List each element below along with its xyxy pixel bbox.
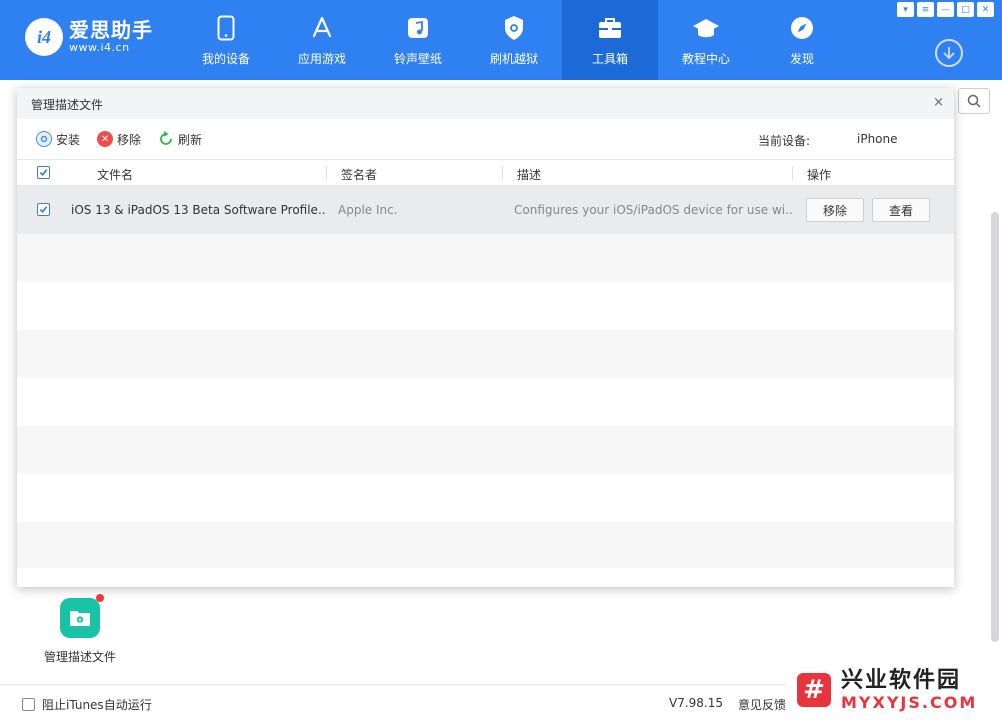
dialog-toolbar: 安装 ✕ 移除 刷新 当前设备: iPhone bbox=[17, 119, 954, 159]
nav-tutorials[interactable]: 教程中心 bbox=[658, 0, 754, 80]
nav-label: 铃声壁纸 bbox=[393, 52, 442, 66]
shirt-icon: ▾ bbox=[903, 4, 908, 15]
feedback-link[interactable]: 意见反馈 bbox=[738, 696, 786, 713]
watermark: # 兴业软件园 MYXYJS.COM bbox=[787, 658, 1002, 721]
download-arrow-icon bbox=[943, 47, 955, 60]
menu-icon: ≡ bbox=[921, 4, 930, 15]
main-scrollbar[interactable] bbox=[991, 212, 999, 642]
empty-row bbox=[17, 474, 954, 522]
row-view-button[interactable]: 查看 bbox=[872, 198, 930, 222]
shield-icon bbox=[499, 14, 529, 42]
column-signer[interactable]: 签名者 bbox=[341, 166, 377, 183]
notification-dot bbox=[96, 594, 104, 602]
column-divider bbox=[326, 166, 327, 180]
close-window-button[interactable]: ✕ bbox=[977, 2, 994, 17]
column-action: 操作 bbox=[807, 168, 832, 182]
refresh-icon bbox=[158, 131, 174, 147]
dialog-header: 管理描述文件 × bbox=[17, 88, 954, 119]
main-nav: 我的设备 应用游戏 铃声壁纸 刷机越狱 工具箱 教程中心 发现 bbox=[178, 0, 850, 80]
download-button[interactable] bbox=[935, 39, 963, 67]
empty-row bbox=[17, 282, 954, 330]
nav-flash-jailbreak[interactable]: 刷机越狱 bbox=[466, 0, 562, 80]
graduation-cap-icon bbox=[691, 14, 721, 42]
empty-row bbox=[17, 426, 954, 474]
app-logo: i4 爱思助手 www.i4.cn bbox=[25, 18, 153, 56]
nav-label: 发现 bbox=[789, 52, 814, 66]
search-button[interactable] bbox=[958, 88, 990, 114]
checkbox-box bbox=[22, 698, 35, 711]
app-store-icon bbox=[307, 14, 337, 42]
nav-label: 教程中心 bbox=[681, 52, 730, 66]
top-bar: i4 爱思助手 www.i4.cn 我的设备 应用游戏 铃声壁纸 刷机越狱 工具… bbox=[0, 0, 1002, 80]
select-all-checkbox[interactable] bbox=[37, 166, 50, 179]
compass-icon bbox=[787, 14, 817, 42]
maximize-button[interactable]: □ bbox=[957, 2, 974, 17]
dialog-title: 管理描述文件 bbox=[31, 98, 104, 112]
row-signer: Apple Inc. bbox=[338, 203, 398, 217]
refresh-label: 刷新 bbox=[178, 132, 203, 147]
tool-label: 管理描述文件 bbox=[43, 650, 116, 664]
watermark-sub: MYXYJS.COM bbox=[841, 692, 978, 712]
check-icon bbox=[39, 169, 48, 176]
nav-label: 刷机越狱 bbox=[489, 52, 538, 66]
empty-row bbox=[17, 378, 954, 426]
row-description: Configures your iOS/iPadOS device for us… bbox=[514, 203, 792, 217]
watermark-title: 兴业软件园 bbox=[841, 667, 962, 693]
column-divider bbox=[792, 166, 793, 180]
skin-button[interactable]: ▾ bbox=[897, 2, 914, 17]
nav-my-device[interactable]: 我的设备 bbox=[178, 0, 274, 80]
column-divider bbox=[502, 166, 503, 180]
phone-icon bbox=[211, 14, 241, 42]
nav-label: 我的设备 bbox=[201, 52, 250, 66]
block-itunes-label: 阻止iTunes自动运行 bbox=[42, 698, 152, 712]
logo-title: 爱思助手 bbox=[69, 18, 153, 42]
nav-label: 工具箱 bbox=[591, 52, 628, 66]
profile-folder-icon bbox=[60, 594, 104, 638]
music-note-icon bbox=[403, 14, 433, 42]
toolbox-icon bbox=[595, 14, 625, 42]
watermark-hash-icon: # bbox=[797, 672, 831, 707]
manage-profiles-dialog: 管理描述文件 × 安装 ✕ 移除 刷新 当前设备: iPhone 文件名 签名者 bbox=[17, 88, 954, 587]
install-button[interactable]: 安装 bbox=[36, 131, 80, 148]
tool-manage-profiles[interactable]: 管理描述文件 bbox=[38, 594, 122, 665]
remove-icon: ✕ bbox=[97, 131, 114, 147]
nav-label: 应用游戏 bbox=[297, 52, 346, 66]
nav-toolbox[interactable]: 工具箱 bbox=[562, 0, 658, 80]
nav-apps-games[interactable]: 应用游戏 bbox=[274, 0, 370, 80]
close-icon: ✕ bbox=[981, 4, 990, 15]
check-icon bbox=[39, 206, 48, 213]
empty-row bbox=[17, 330, 954, 378]
install-label: 安装 bbox=[56, 132, 81, 147]
version-label: V7.98.15 bbox=[669, 696, 724, 710]
current-device-label: 当前设备: bbox=[758, 134, 811, 148]
remove-label: 移除 bbox=[117, 132, 142, 147]
search-icon bbox=[967, 94, 981, 108]
table-header: 文件名 签名者 描述 操作 bbox=[17, 159, 954, 186]
block-itunes-checkbox[interactable]: 阻止iTunes自动运行 bbox=[22, 696, 152, 713]
table-row[interactable]: iOS 13 & iPadOS 13 Beta Software Profile… bbox=[17, 186, 954, 234]
current-device-value[interactable]: iPhone bbox=[857, 132, 898, 146]
logo-badge-text: i4 bbox=[36, 26, 51, 47]
column-description[interactable]: 描述 bbox=[517, 166, 541, 183]
menu-button[interactable]: ≡ bbox=[917, 2, 934, 17]
row-remove-button[interactable]: 移除 bbox=[806, 198, 864, 222]
nav-discover[interactable]: 发现 bbox=[754, 0, 850, 80]
minimize-button[interactable]: — bbox=[937, 2, 954, 17]
logo-badge: i4 bbox=[25, 18, 63, 56]
remove-button[interactable]: ✕ 移除 bbox=[97, 131, 141, 148]
logo-url: www.i4.cn bbox=[69, 41, 130, 54]
dialog-close-button[interactable]: × bbox=[933, 95, 944, 110]
column-filename[interactable]: 文件名 bbox=[97, 166, 133, 183]
refresh-button[interactable]: 刷新 bbox=[158, 131, 202, 148]
install-icon bbox=[36, 131, 52, 147]
row-filename: iOS 13 & iPadOS 13 Beta Software Profile… bbox=[71, 203, 327, 217]
row-checkbox[interactable] bbox=[37, 203, 50, 216]
window-controls: ▾ ≡ — □ ✕ bbox=[897, 2, 994, 17]
empty-row bbox=[17, 234, 954, 282]
empty-row bbox=[17, 522, 954, 568]
nav-ringtones[interactable]: 铃声壁纸 bbox=[370, 0, 466, 80]
maximize-icon: □ bbox=[961, 4, 970, 15]
minimize-icon: — bbox=[941, 4, 950, 15]
